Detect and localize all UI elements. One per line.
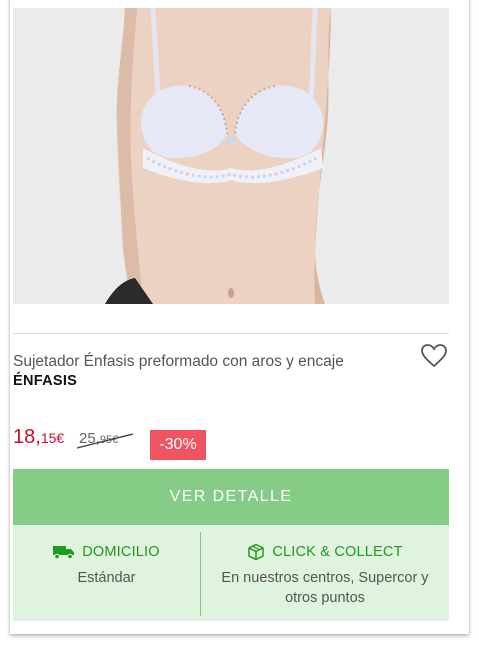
wishlist-heart-icon[interactable] xyxy=(420,342,448,370)
view-detail-button[interactable]: VER DETALLE xyxy=(13,469,449,525)
current-price-integer: 18, xyxy=(13,426,41,448)
delivery-options: DOMICILIO Estándar CLICK & COLLECT En nu… xyxy=(13,525,449,621)
box-icon xyxy=(248,543,265,561)
home-delivery-title: DOMICILIO xyxy=(82,544,160,560)
strikethrough-line xyxy=(77,433,133,449)
current-price-decimal: 15€ xyxy=(40,430,65,446)
delivery-option-home[interactable]: DOMICILIO Estándar xyxy=(13,525,200,588)
delivery-option-click-collect[interactable]: CLICK & COLLECT En nuestros centros, Sup… xyxy=(201,525,449,608)
original-price: 25,95€ xyxy=(77,430,133,449)
home-delivery-desc: Estándar xyxy=(77,570,136,586)
click-collect-desc: En nuestros centros, Supercor y otros pu… xyxy=(221,570,429,606)
product-brand: ÉNFASIS xyxy=(13,373,78,389)
product-image[interactable] xyxy=(13,8,449,304)
product-title[interactable]: Sujetador Énfasis preformado con aros y … xyxy=(13,352,403,372)
discount-badge: -30% xyxy=(150,430,206,460)
current-price: 18,15€ xyxy=(13,426,64,449)
divider xyxy=(13,333,449,334)
product-photo xyxy=(13,8,449,304)
click-collect-title: CLICK & COLLECT xyxy=(272,544,403,560)
truck-icon xyxy=(53,546,75,559)
